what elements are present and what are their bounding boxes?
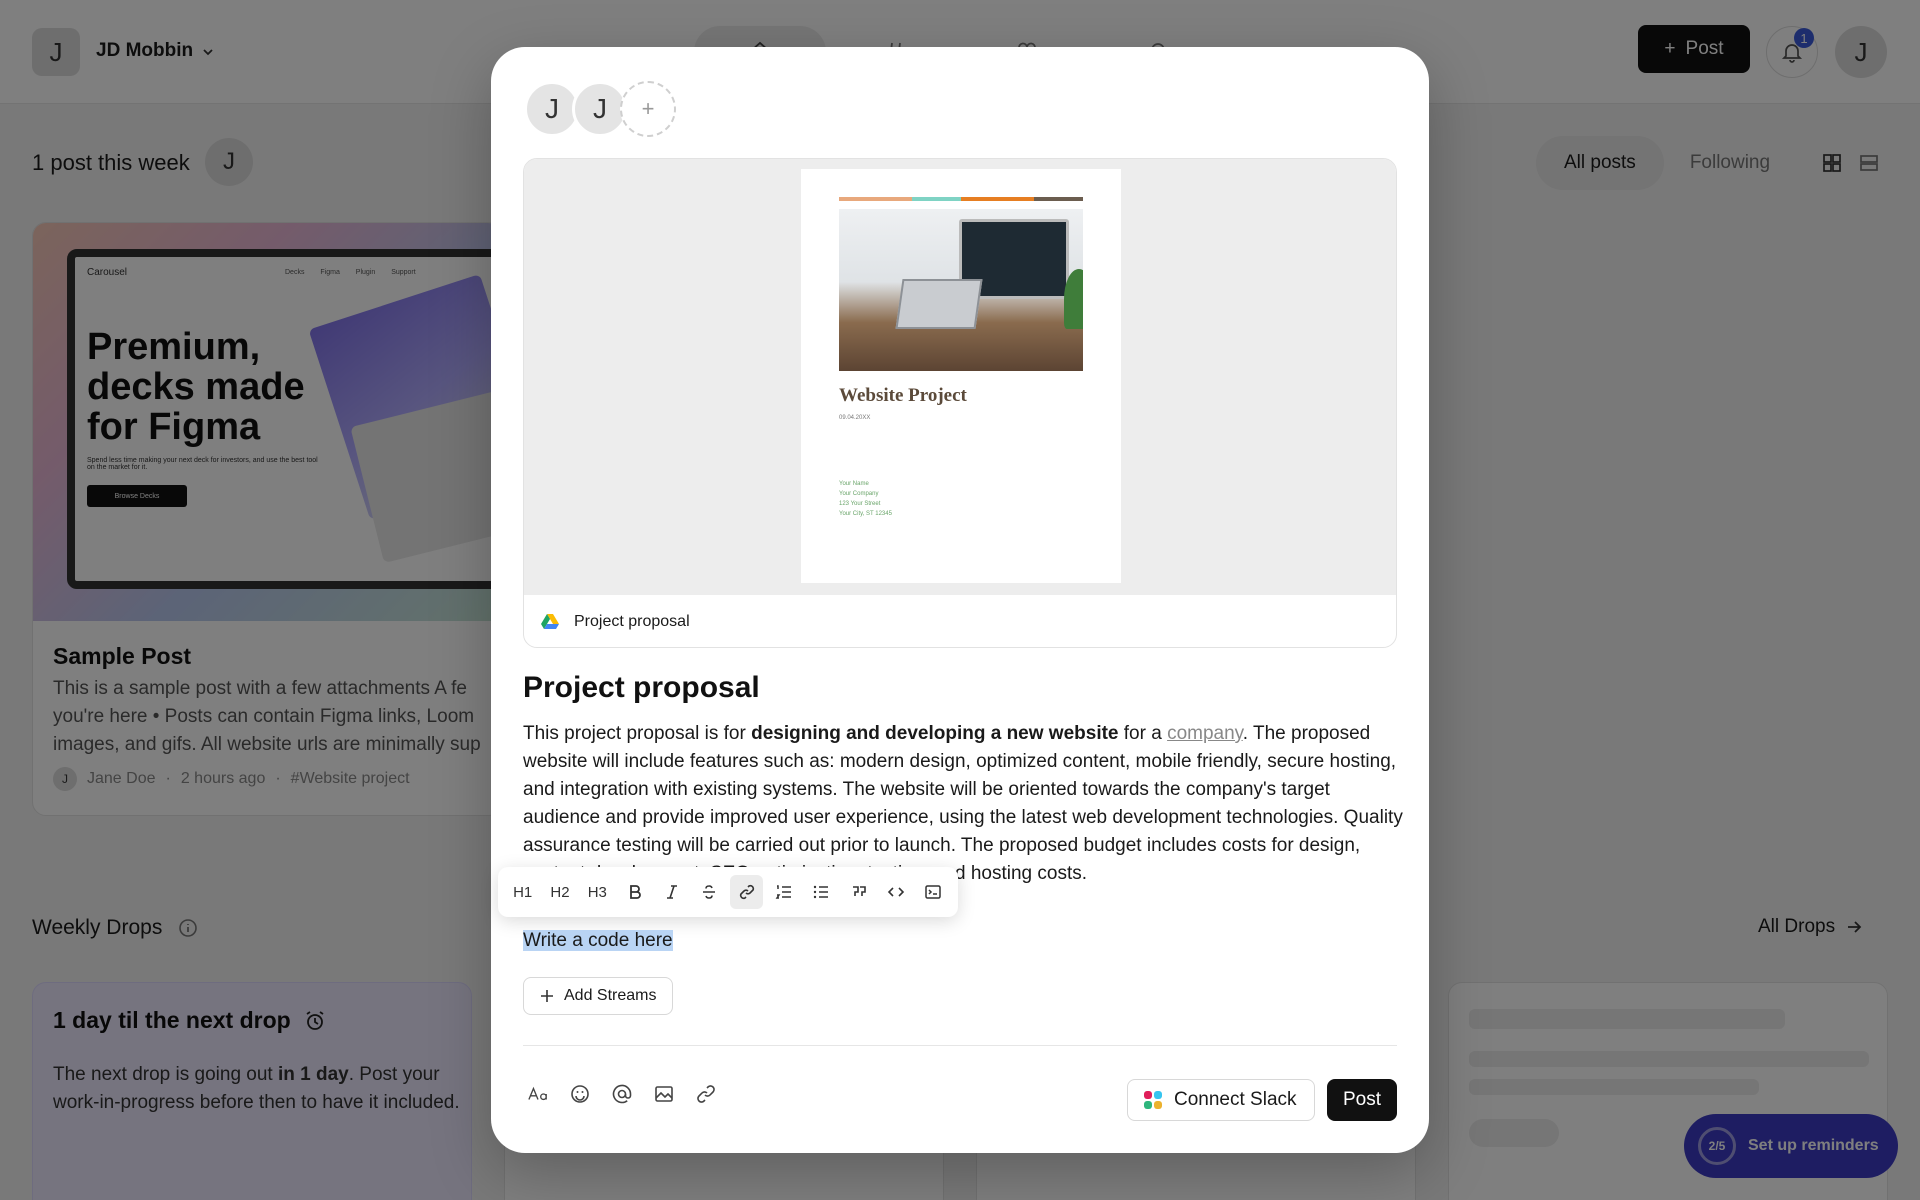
attachment-caption: Project proposal <box>574 613 690 630</box>
code-block-button[interactable] <box>917 875 950 909</box>
heading-1-button[interactable]: H1 <box>506 875 539 909</box>
text-format-button[interactable] <box>527 1083 549 1105</box>
add-collaborator-button[interactable]: + <box>620 81 676 137</box>
paragraph-bold: designing and developing a new website <box>751 723 1119 744</box>
emoji-icon <box>571 1085 589 1103</box>
bold-button[interactable] <box>618 875 651 909</box>
attach-link-button[interactable] <box>695 1083 717 1105</box>
connect-slack-button[interactable]: Connect Slack <box>1127 1079 1315 1121</box>
doc-cover-photo <box>839 209 1083 371</box>
create-post-modal: J J + Website Project 09.04.20XX Your Na… <box>491 47 1429 1153</box>
at-sign-icon <box>612 1084 632 1104</box>
heading-2-button[interactable]: H2 <box>543 875 576 909</box>
google-drive-icon <box>541 614 559 629</box>
connect-slack-label: Connect Slack <box>1174 1089 1297 1110</box>
emoji-button[interactable] <box>569 1083 591 1105</box>
photo-laptop <box>895 279 983 329</box>
code-block-editor[interactable]: Write a code here <box>523 927 673 955</box>
code-button[interactable] <box>879 875 912 909</box>
attachment-card[interactable]: Website Project 09.04.20XX Your Name You… <box>523 158 1397 648</box>
bullet-list-button[interactable] <box>805 875 838 909</box>
paragraph-text: . The proposed website will include feat… <box>523 723 1403 884</box>
contact-line: Your Company <box>839 491 879 497</box>
paragraph-text: for a <box>1118 723 1168 744</box>
h2-icon: H2 <box>550 883 570 901</box>
bold-icon <box>629 885 641 899</box>
add-streams-button[interactable]: Add Streams <box>523 977 674 1015</box>
photo-plant <box>1064 269 1083 329</box>
bullet-list-icon <box>814 885 829 899</box>
post-paragraph[interactable]: This project proposal is for designing a… <box>523 720 1403 888</box>
h3-icon: H3 <box>587 883 607 901</box>
link-icon <box>739 884 754 900</box>
document-page: Website Project 09.04.20XX Your Name You… <box>801 169 1121 583</box>
image-button[interactable] <box>653 1083 675 1105</box>
text-format-icon <box>528 1086 547 1101</box>
post-heading[interactable]: Project proposal <box>523 671 760 705</box>
modal-divider <box>523 1045 1397 1046</box>
add-streams-label: Add Streams <box>564 987 657 1004</box>
slack-icon <box>1144 1091 1162 1109</box>
doc-date: 09.04.20XX <box>839 415 871 421</box>
mention-button[interactable] <box>611 1083 633 1105</box>
selected-code-text: Write a code here <box>523 930 673 951</box>
ordered-list-button[interactable] <box>767 875 800 909</box>
italic-button[interactable] <box>655 875 688 909</box>
paragraph-text: This project proposal is for <box>523 723 752 744</box>
attachment-preview: Website Project 09.04.20XX Your Name You… <box>524 159 1396 595</box>
quote-button[interactable] <box>842 875 875 909</box>
ordered-list-icon <box>775 885 791 899</box>
image-icon <box>655 1086 673 1102</box>
strikethrough-icon <box>703 885 716 899</box>
doc-color-bar <box>839 197 1083 201</box>
contact-line: Your Name <box>839 481 869 487</box>
code-icon <box>887 887 905 897</box>
heading-3-button[interactable]: H3 <box>581 875 614 909</box>
attachment-footer: Project proposal <box>524 595 1396 647</box>
strikethrough-button[interactable] <box>693 875 726 909</box>
doc-contact: Your Name Your Company 123 Your Street Y… <box>839 479 892 519</box>
doc-title: Website Project <box>839 385 967 406</box>
link-button[interactable] <box>729 875 764 909</box>
italic-icon <box>666 885 677 899</box>
contact-line: Your City, ST 12345 <box>839 511 892 517</box>
h1-icon: H1 <box>513 883 533 901</box>
format-toolbar: H1 H2 H3 <box>498 867 958 917</box>
plus-icon <box>541 990 553 1002</box>
company-link[interactable]: company <box>1167 723 1243 744</box>
composer-tools <box>527 1083 717 1105</box>
link-icon <box>697 1085 715 1103</box>
code-block-icon <box>925 885 942 899</box>
post-submit-button[interactable]: Post <box>1327 1079 1397 1121</box>
contact-line: 123 Your Street <box>839 501 881 507</box>
quote-icon <box>852 886 866 896</box>
